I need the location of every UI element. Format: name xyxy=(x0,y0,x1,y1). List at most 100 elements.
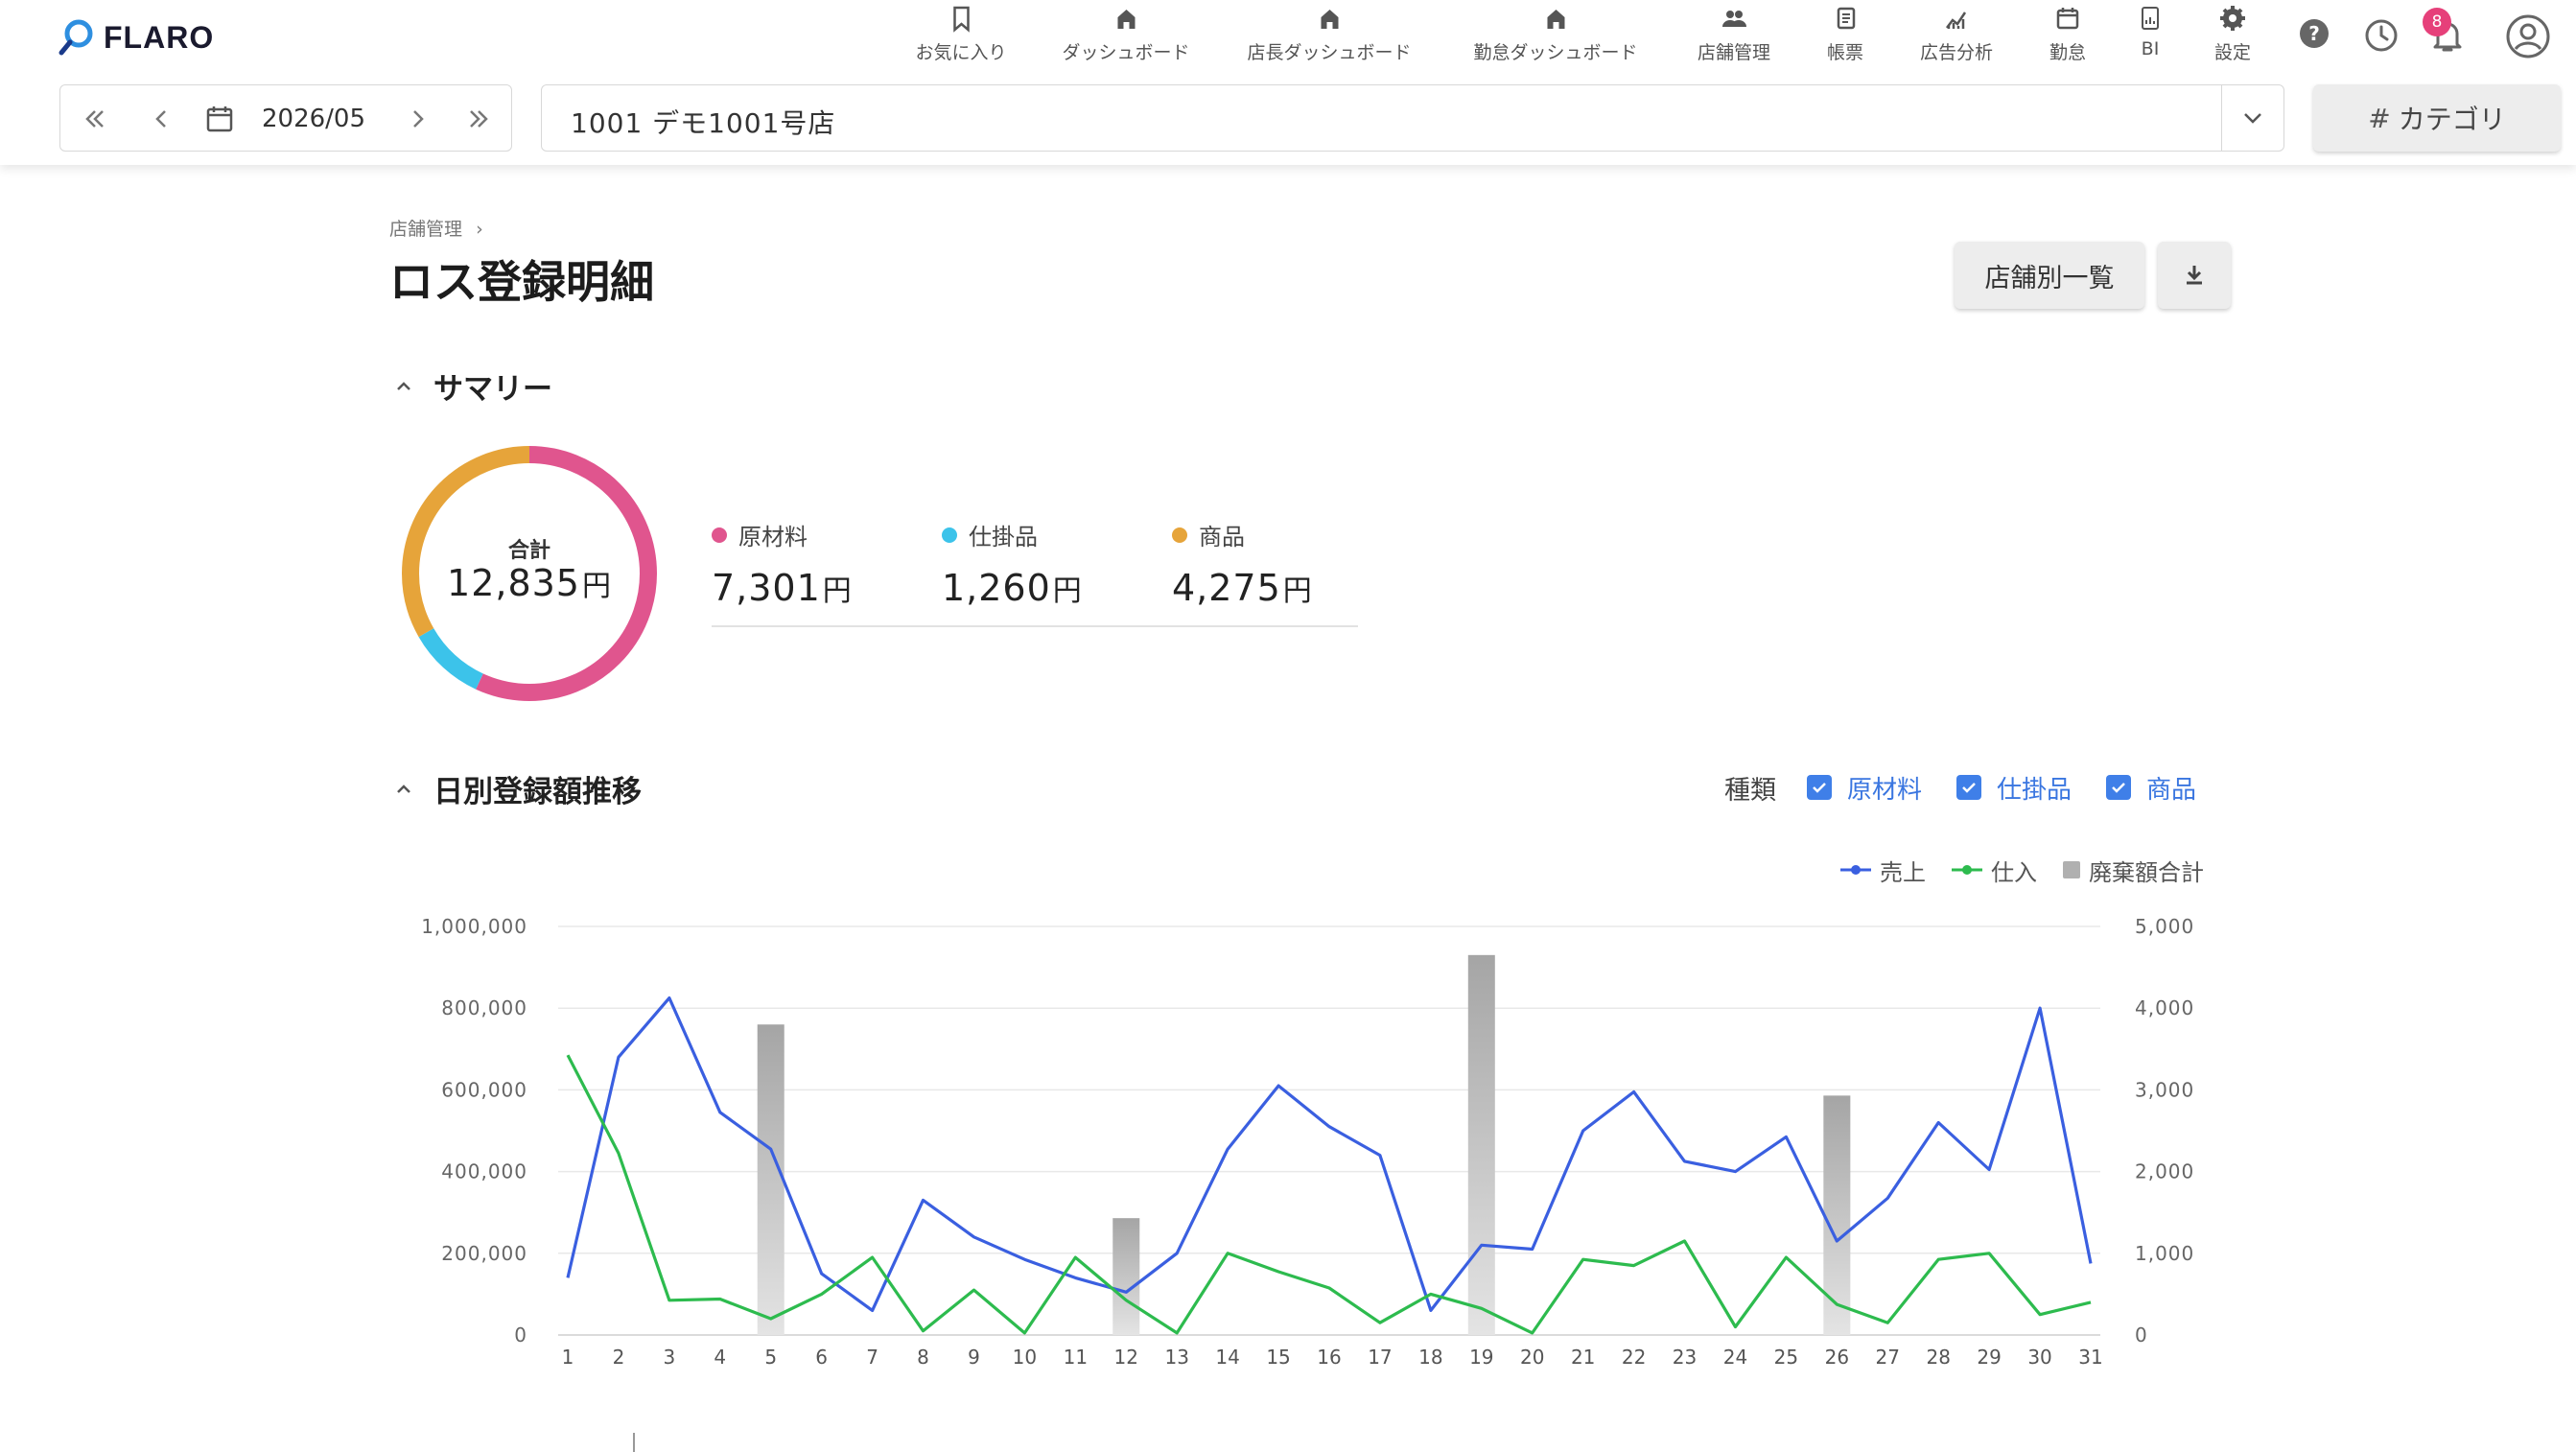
store-selector[interactable]: 1001 デモ1001号店 xyxy=(541,84,2284,152)
nav-label: 広告分析 xyxy=(1919,42,1994,63)
filter-label: 仕掛品 xyxy=(1997,775,2073,805)
divider xyxy=(712,625,1358,627)
double-chevron-left-icon xyxy=(85,110,104,128)
category-button-label: カテゴリ xyxy=(2398,104,2506,135)
gear-icon xyxy=(2219,6,2245,31)
nav-label: 店長ダッシュボード xyxy=(1247,42,1412,63)
stat-label: 原材料 xyxy=(738,524,808,550)
chart-legend: 売上 仕入 廃棄額合計 xyxy=(1815,854,2204,886)
waste-bar[interactable] xyxy=(1823,1095,1851,1335)
x-tick-label: 19 xyxy=(1469,1346,1493,1369)
x-tick-label: 26 xyxy=(1825,1346,1849,1369)
x-tick-label: 13 xyxy=(1164,1346,1188,1369)
nav-item-6[interactable]: 広告分析 xyxy=(1920,4,1993,71)
chevron-up-icon xyxy=(397,784,410,793)
current-month: 2026/05 xyxy=(262,105,366,133)
nav-item-9[interactable]: 設定 xyxy=(2214,4,2251,71)
svg-text:?: ? xyxy=(2308,22,2320,45)
history-icon[interactable] xyxy=(2363,17,2400,54)
series-line-仕入[interactable] xyxy=(566,1054,2092,1335)
nav-item-3[interactable]: 勤怠ダッシュボード xyxy=(1473,4,1638,71)
x-tick-label: 7 xyxy=(866,1346,878,1369)
store-name: 1001 デモ1001号店 xyxy=(571,107,836,139)
nav-item-4[interactable]: 店舗管理 xyxy=(1698,4,1770,71)
daily-section-toggle[interactable]: 日別登録額推移 xyxy=(393,767,642,810)
filter-goods-checkbox[interactable]: 商品 xyxy=(2106,770,2196,806)
stat-unit: 円 xyxy=(1052,574,1083,608)
x-tick-label: 27 xyxy=(1876,1346,1900,1369)
stat-value: 7,301 xyxy=(712,567,821,609)
calendar-icon xyxy=(2056,8,2079,30)
notification-badge: 8 xyxy=(2423,8,2451,36)
x-tick-label: 9 xyxy=(968,1346,980,1369)
brand-logo[interactable]: FLARO xyxy=(58,17,214,58)
nav-item-1[interactable]: ダッシュボード xyxy=(1062,4,1190,71)
nav-item-0[interactable]: お気に入り xyxy=(915,4,1007,71)
nav-item-7[interactable]: 勤怠 xyxy=(2049,4,2086,71)
nav-item-2[interactable]: 店長ダッシュボード xyxy=(1247,4,1412,71)
x-tick-label: 28 xyxy=(1926,1346,1950,1369)
nav-label: 設定 xyxy=(2213,42,2252,63)
wip-dot-icon xyxy=(942,527,957,543)
divider xyxy=(633,1433,635,1452)
waste-bar[interactable] xyxy=(757,1024,785,1335)
legend-waste[interactable]: 廃棄額合計 xyxy=(2062,854,2204,887)
x-tick-label: 16 xyxy=(1317,1346,1341,1369)
chevron-down-icon[interactable] xyxy=(2237,103,2268,133)
breadcrumb-link[interactable]: 店舗管理 xyxy=(389,219,462,240)
nav-label: 店舗管理 xyxy=(1697,42,1771,63)
legend-purchase[interactable]: 仕入 xyxy=(1951,854,2037,887)
next-year-button[interactable] xyxy=(465,85,492,152)
store-list-button[interactable]: 店舗別一覧 xyxy=(1955,242,2144,309)
x-tick-label: 24 xyxy=(1723,1346,1747,1369)
donut-total-label: 合計 xyxy=(507,539,550,563)
top-bar: FLARO お気に入り ダッシュボード 店長ダッシュボード 勤怠ダッシュボード 店舗管理… xyxy=(0,0,2576,165)
filter-title: 種類 xyxy=(1724,775,1776,806)
calendar-icon xyxy=(206,106,233,132)
summary-section-toggle[interactable]: サマリー xyxy=(393,364,552,408)
x-tick-label: 31 xyxy=(2078,1346,2102,1369)
nav-label: BI xyxy=(2141,38,2160,59)
daily-title: 日別登録額推移 xyxy=(433,775,642,809)
chevron-right-icon xyxy=(413,110,424,128)
type-filters: 種類 原材料 仕掛品 商品 xyxy=(1724,767,2231,808)
help-icon[interactable]: ? xyxy=(2298,17,2330,50)
series-line-売上[interactable] xyxy=(566,996,2093,1312)
stat-unit: 円 xyxy=(822,574,853,608)
month-picker[interactable]: 2026/05 xyxy=(204,85,365,152)
next-month-button[interactable] xyxy=(404,85,431,152)
download-icon xyxy=(2187,266,2202,285)
divider xyxy=(2221,85,2222,151)
chevron-up-icon xyxy=(397,381,410,390)
legend-sales[interactable]: 売上 xyxy=(1839,854,1926,887)
prev-year-button[interactable] xyxy=(82,85,108,152)
x-tick-label: 18 xyxy=(1418,1346,1442,1369)
x-tick-label: 14 xyxy=(1215,1346,1239,1369)
home-icon xyxy=(1116,10,1135,29)
checkbox-checked-icon xyxy=(2106,775,2132,800)
x-tick-label: 3 xyxy=(663,1346,675,1369)
y-left-tick-label: 1,000,000 xyxy=(421,915,527,938)
account-icon[interactable] xyxy=(2505,13,2551,59)
analytics-icon xyxy=(1945,12,1967,29)
x-tick-label: 17 xyxy=(1368,1346,1392,1369)
nav-item-5[interactable]: 帳票 xyxy=(1827,4,1863,71)
nav-item-8[interactable]: BI xyxy=(2136,4,2165,71)
y-left-tick-label: 200,000 xyxy=(441,1242,527,1265)
report-icon xyxy=(1837,7,1856,30)
nav-label: 帳票 xyxy=(1826,42,1864,63)
checkbox-checked-icon xyxy=(1956,775,1982,800)
chevron-left-icon xyxy=(155,110,166,128)
y-right-tick-label: 5,000 xyxy=(2135,915,2194,938)
total-unit: 円 xyxy=(581,570,612,603)
waste-bar[interactable] xyxy=(1112,1218,1140,1335)
waste-bar[interactable] xyxy=(1467,954,1495,1335)
home-icon xyxy=(1546,10,1564,29)
download-button[interactable] xyxy=(2158,242,2231,309)
filter-wip-checkbox[interactable]: 仕掛品 xyxy=(1956,770,2072,806)
x-tick-label: 10 xyxy=(1013,1346,1037,1369)
y-right-tick-label: 1,000 xyxy=(2135,1242,2194,1265)
category-button[interactable]: # カテゴリ xyxy=(2313,84,2561,152)
filter-raw-materials-checkbox[interactable]: 原材料 xyxy=(1807,770,1922,806)
prev-month-button[interactable] xyxy=(149,85,176,152)
